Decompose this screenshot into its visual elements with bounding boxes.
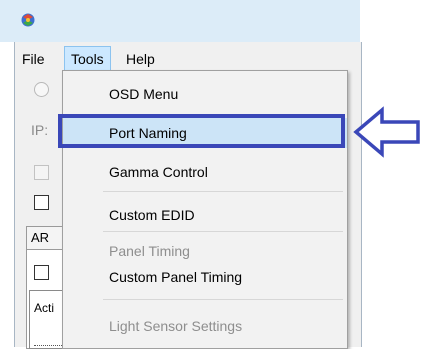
menu-item-panel-timing: Panel Timing [109,243,190,259]
highlight-box [58,114,345,148]
menu-item-light-sensor-settings: Light Sensor Settings [109,318,243,334]
ip-label: IP: [31,122,49,138]
arrow-left-icon [353,106,420,158]
app-icon [21,13,35,27]
tools-dropdown-menu: OSD Menu Port Naming Gamma Control Custo… [62,70,348,349]
checkbox-disabled[interactable] [34,165,49,180]
menu-help[interactable]: Help [120,48,161,70]
menu-item-custom-panel-timing[interactable]: Custom Panel Timing [63,263,347,291]
menu-separator [103,191,343,192]
radio-button[interactable] [34,82,49,97]
title-bar [0,0,360,42]
menu-item-custom-edid[interactable]: Custom EDID [63,200,347,230]
list-item: Acti [34,301,55,315]
menu-item-osd-menu[interactable]: OSD Menu [63,79,347,109]
checkbox[interactable] [34,265,49,280]
menu-file[interactable]: File [16,48,51,70]
menu-separator [103,231,343,232]
checkbox[interactable] [34,195,49,210]
menu-bar: File Tools Help [14,46,360,71]
menu-tools[interactable]: Tools [64,46,111,71]
menu-separator [103,299,343,300]
menu-item-gamma-control[interactable]: Gamma Control [63,157,347,187]
